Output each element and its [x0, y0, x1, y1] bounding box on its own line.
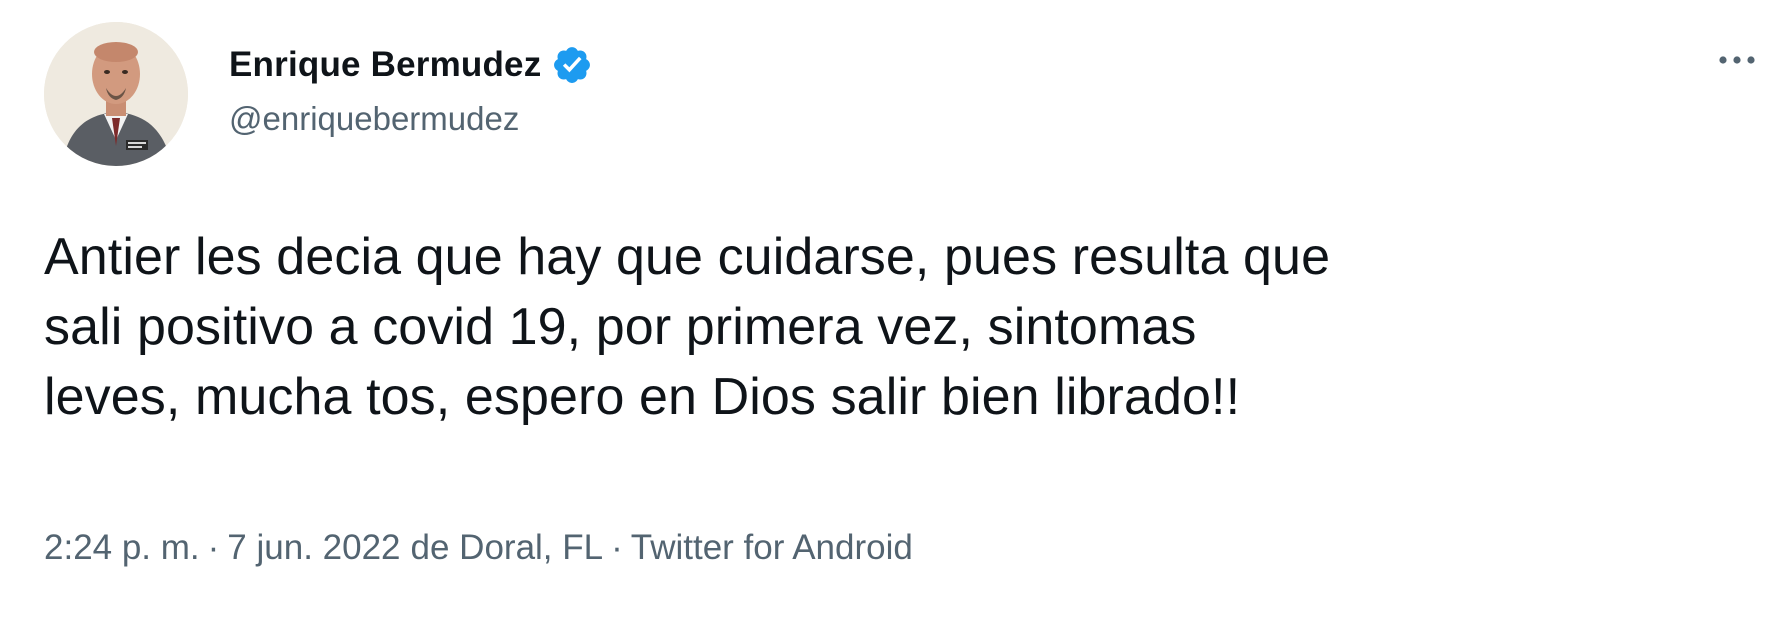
more-options-button[interactable] [1712, 40, 1762, 80]
tweet-text-line: Antier les decia que hay que cuidarse, p… [44, 228, 1331, 286]
user-handle[interactable]: @enriquebermudez [229, 100, 519, 138]
avatar-image [44, 22, 188, 166]
meta-separator: · [207, 528, 220, 567]
avatar[interactable] [44, 22, 188, 166]
tweet-location[interactable]: de Doral, FL [411, 528, 604, 568]
tweet-text-line: leves, mucha tos, espero en Dios salir b… [44, 368, 1241, 426]
verified-badge-icon [551, 44, 593, 86]
display-name[interactable]: Enrique Bermudez [229, 45, 541, 85]
tweet-date[interactable]: 7 jun. 2022 [227, 528, 400, 568]
name-row: Enrique Bermudez [229, 40, 593, 90]
tweet-time[interactable]: 2:24 p. m. [44, 528, 200, 568]
tweet-card: Enrique Bermudez @enriquebermudez Antier… [0, 0, 1784, 620]
more-horizontal-icon [1717, 54, 1757, 66]
tweet-text-line: sali positivo a covid 19, por primera ve… [44, 298, 1197, 356]
meta-separator: · [611, 528, 623, 567]
tweet-text: Antier les decia que hay que cuidarse, p… [44, 222, 1764, 432]
tweet-source[interactable]: Twitter for Android [631, 528, 913, 568]
tweet-metadata: 2:24 p. m. · 7 jun. 2022 de Doral, FL · … [44, 528, 913, 568]
